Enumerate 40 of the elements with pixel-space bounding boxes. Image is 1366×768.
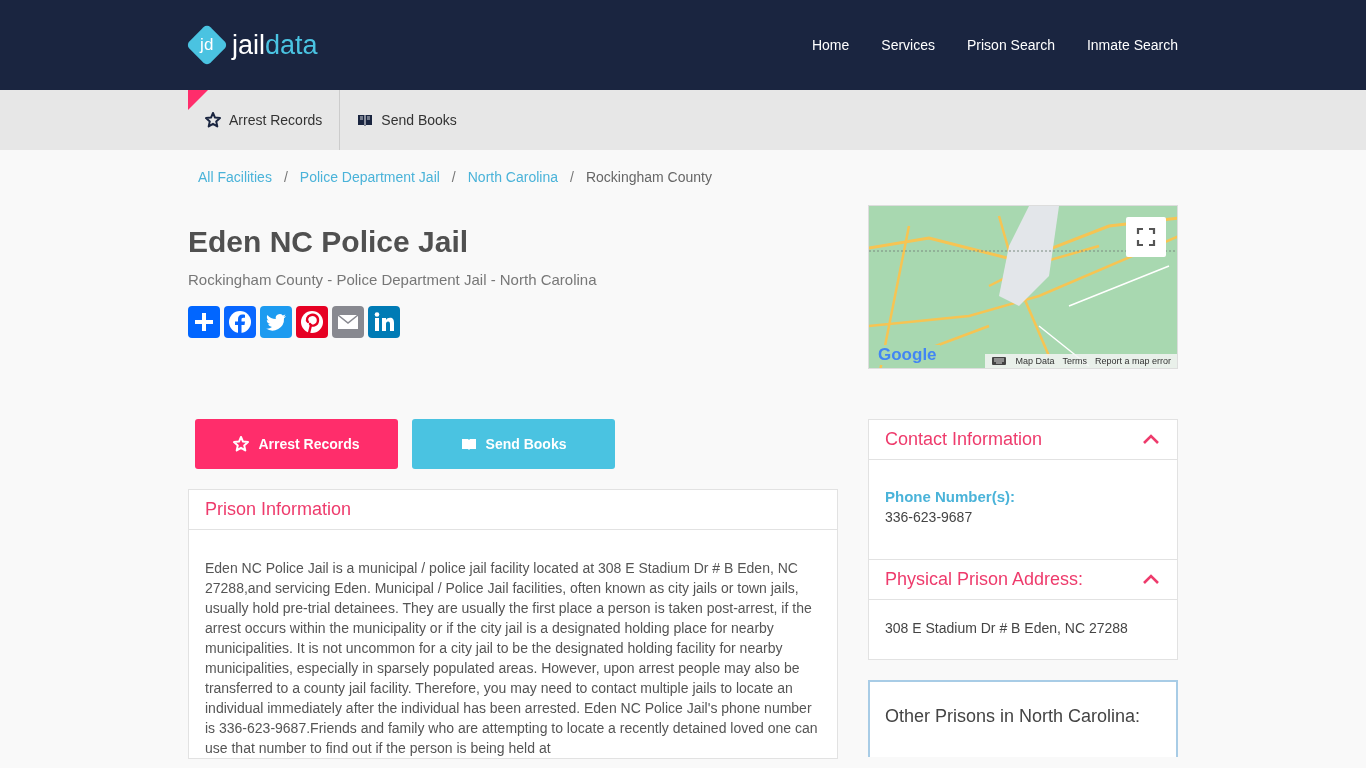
card-heading: Prison Information — [189, 490, 837, 530]
nav-link[interactable]: Prison Search — [967, 37, 1055, 53]
fullscreen-button[interactable] — [1126, 217, 1166, 257]
nav-link[interactable]: Services — [881, 37, 935, 53]
action-button[interactable]: Arrest Records — [195, 419, 398, 469]
breadcrumb-separator: / — [283, 169, 288, 185]
map-logo: Google — [875, 345, 940, 365]
star-icon — [233, 436, 250, 452]
page-title: Eden NC Police Jail — [188, 225, 470, 259]
map-link[interactable]: Terms — [1062, 356, 1087, 366]
breadcrumb-current: Rockingham County — [585, 169, 712, 185]
map-link[interactable]: Map Data — [1015, 356, 1055, 366]
plus-icon[interactable] — [188, 306, 220, 338]
field-value: 336-623-9687 — [885, 509, 974, 525]
card-heading: Other Prisons in North Carolina: — [885, 706, 1142, 727]
book-icon — [460, 436, 477, 452]
page-subtitle: Rockingham County - Police Department Jail - North Carolina — [188, 271, 597, 288]
bird-icon[interactable] — [260, 306, 292, 338]
subnav-link[interactable]: Arrest Records — [188, 90, 341, 150]
field-label: Phone Number(s): — [885, 488, 1016, 505]
nav-link[interactable]: Inmate Search — [1086, 37, 1178, 53]
pinterest-icon[interactable] — [296, 306, 328, 338]
fullscreen-icon — [1136, 227, 1156, 247]
map-link[interactable]: Report a map error — [1094, 356, 1171, 366]
envelope-icon[interactable] — [332, 306, 364, 338]
star-icon — [205, 112, 221, 128]
keyboard-icon[interactable] — [991, 355, 1008, 367]
section-heading: Physical Prison Address: — [885, 569, 1084, 590]
section-heading: Contact Information — [885, 429, 1043, 450]
facebook-icon[interactable] — [224, 306, 256, 338]
logo-text[interactable]: jaildata — [232, 29, 318, 61]
field-value: 308 E Stadium Dr # B Eden, NC 27288 — [885, 620, 1129, 636]
map-placeholder[interactable]: Google Map Data Terms Report a map error — [868, 205, 1178, 369]
book-icon — [357, 112, 374, 128]
nav-link[interactable]: Home — [811, 37, 850, 53]
breadcrumb-separator: / — [570, 169, 574, 185]
subnav-link[interactable]: Send Books — [340, 90, 474, 150]
linkedin-icon[interactable] — [368, 306, 400, 338]
info-paragraph: Eden NC Police Jail is a municipal / police jail facility located at 308 E Stadium Dr # B Eden, NC 27288,and servicing Eden. Municipal / Police Jail facilities, often known as city jails or town jails, usually hold pre-trial detainees. They are usually the first place a person is taken post-arrest, if the arrest occurs within the municipality or if the city jail is a designated holding place for nearby municipalities. It is not uncommon for a city jail to be the designated holding facility for nearby municipalities, especially in sparsely populated areas. However, upon arrest people may also be transferred to a county jail facility. Therefore, you may need to contact multiple jails to locate an individual immediately after the individual has been arrested. Eden NC Police Jail's phone number is 336-623-9687.Friends and family who are attempting to locate a recently detained loved one can use that number to find out if the person is being held at — [204, 559, 819, 758]
breadcrumb-separator: / — [451, 169, 456, 185]
